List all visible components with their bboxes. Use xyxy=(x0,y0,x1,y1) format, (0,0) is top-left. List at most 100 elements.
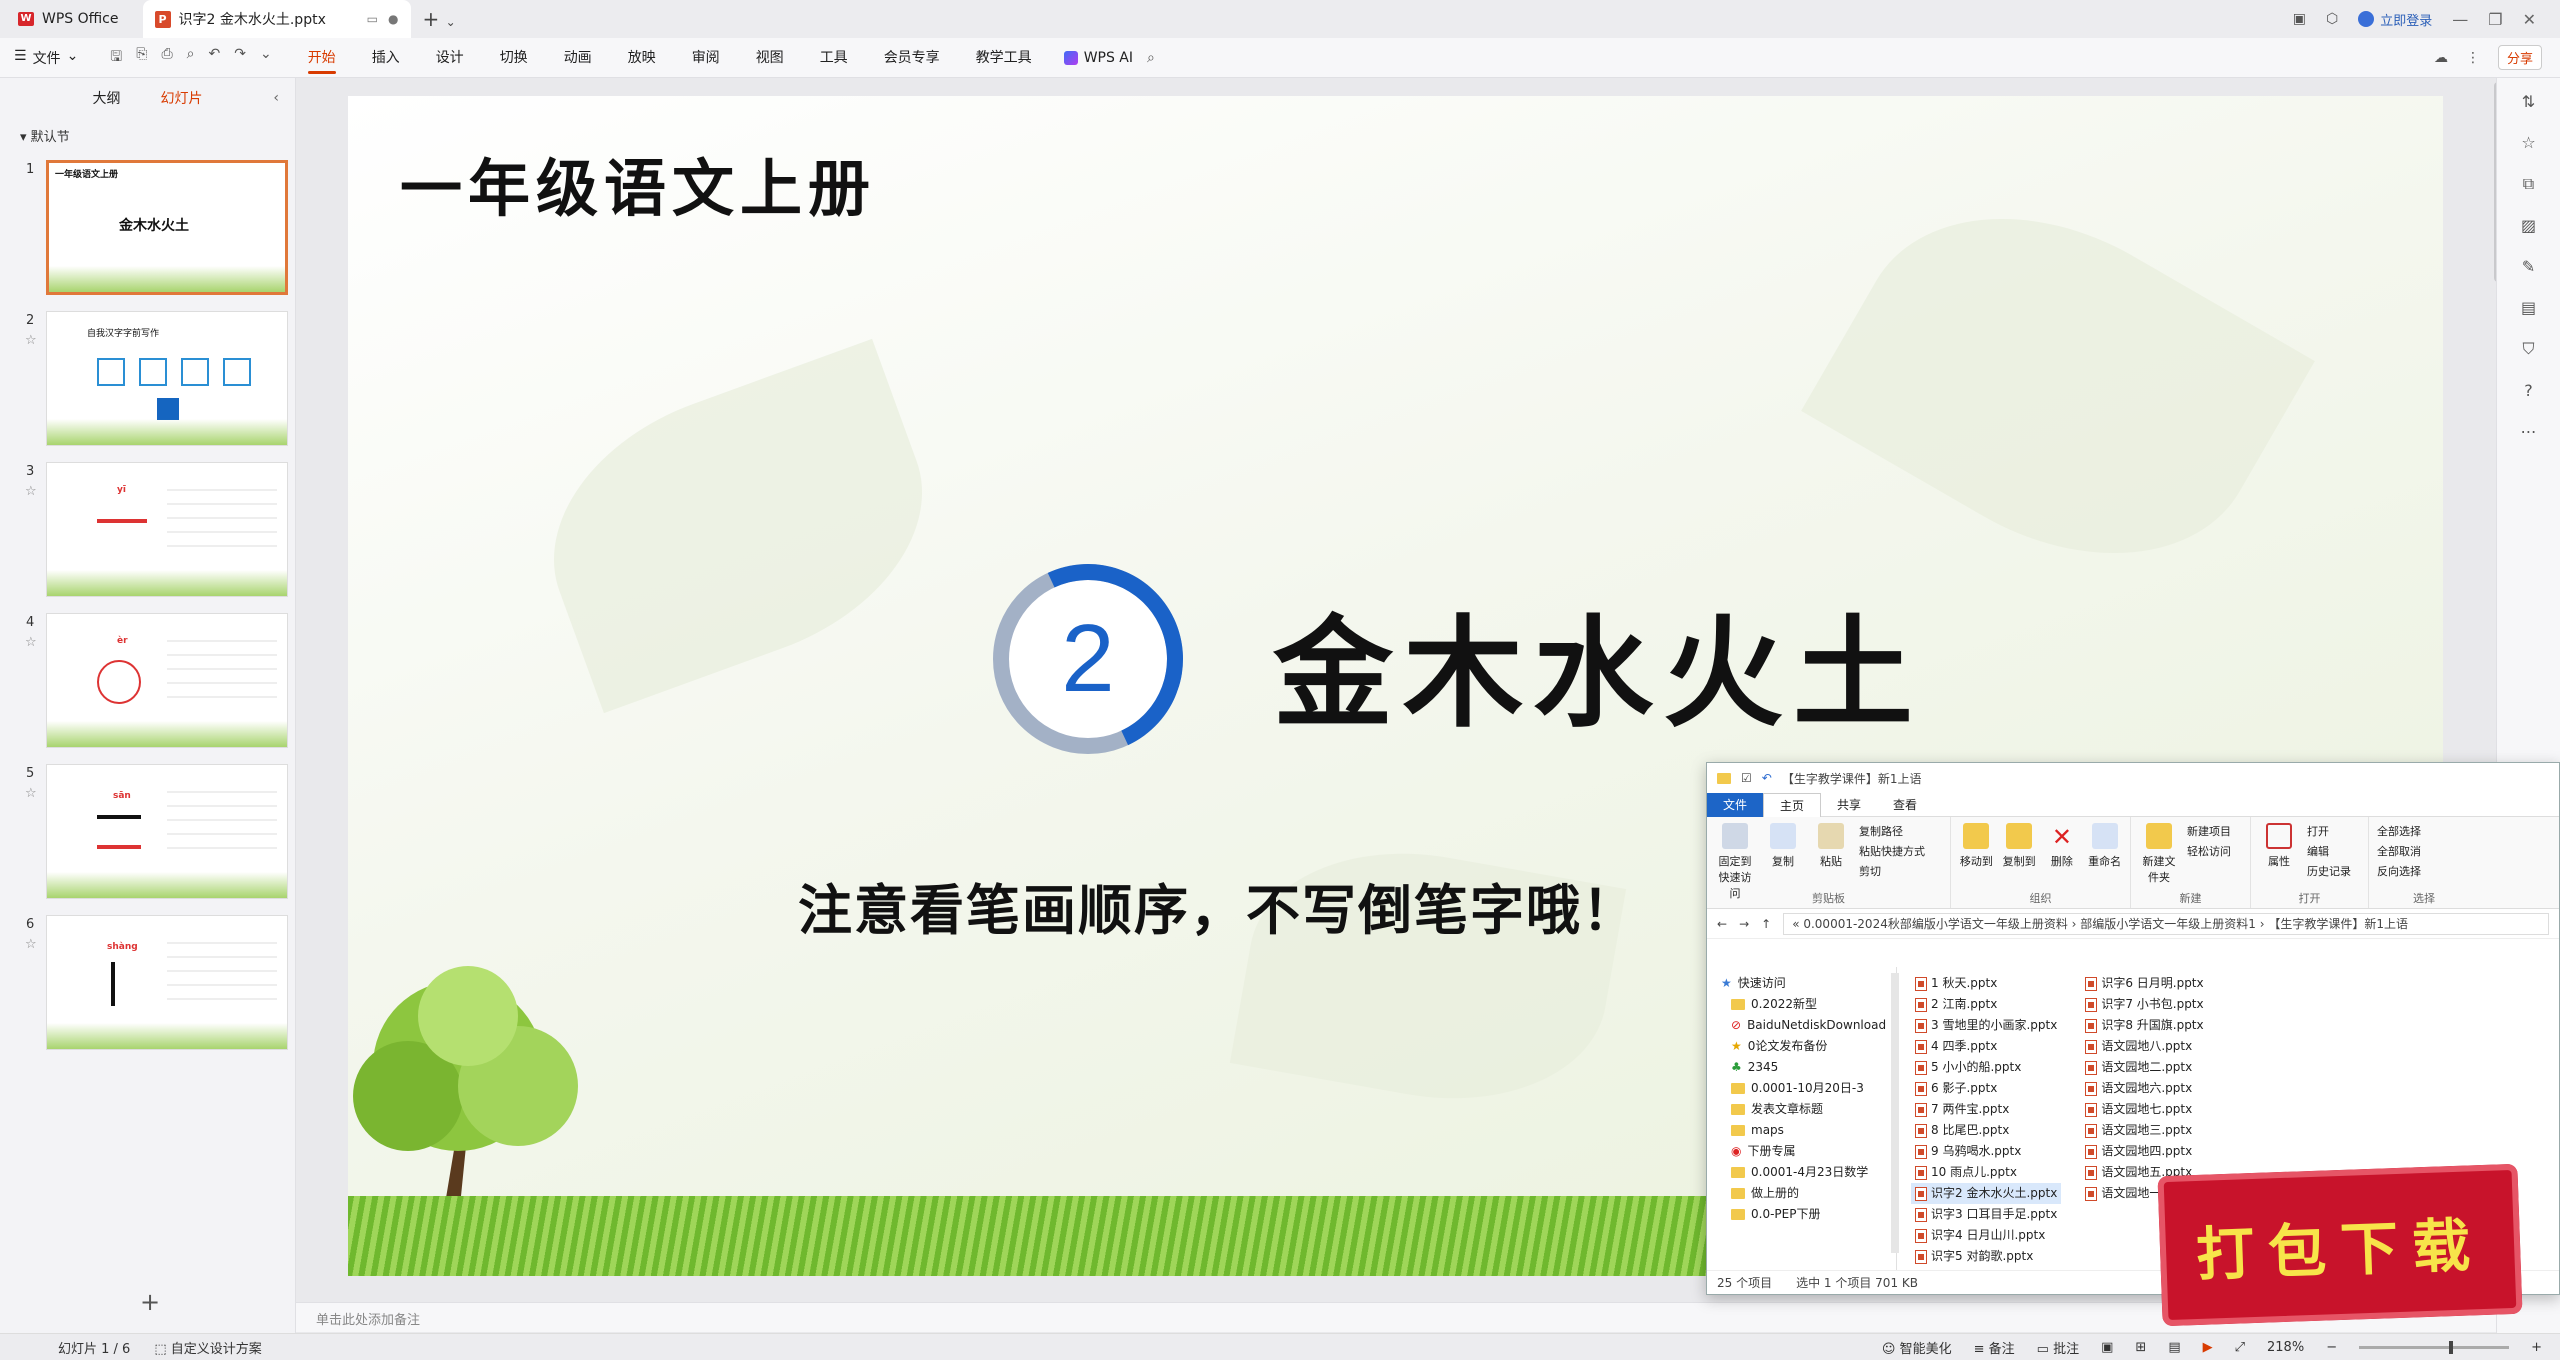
lesson-title[interactable]: 金木水火土 xyxy=(1273,576,1923,750)
window-layout-icon[interactable]: ▣ xyxy=(2293,11,2306,27)
tab-member[interactable]: 会员专享 xyxy=(866,38,958,78)
slide-thumb-5[interactable]: 5 ☆ sān xyxy=(0,764,296,899)
lesson-number-ring[interactable]: 2 xyxy=(993,564,1183,754)
download-badge[interactable]: 打包下载 xyxy=(2157,1163,2523,1327)
easy-access-button[interactable]: 轻松访问 xyxy=(2187,843,2231,859)
monitor-icon[interactable]: ▭ xyxy=(367,12,378,26)
design-scheme[interactable]: ⬚ 自定义设计方案 xyxy=(154,1338,261,1357)
tab-outline[interactable]: 大纲 xyxy=(93,88,121,108)
file-row[interactable]: 7 两件宝.pptx xyxy=(1911,1099,2061,1120)
file-row[interactable]: 识字3 口耳目手足.pptx xyxy=(1911,1204,2061,1225)
cube-icon[interactable]: ⬡ xyxy=(2326,11,2338,27)
zoom-in-icon[interactable]: + xyxy=(2531,1340,2542,1355)
more-icon[interactable]: ⌄ xyxy=(260,46,272,70)
nav-item[interactable]: ★ 快速访问 xyxy=(1721,973,1896,994)
redo-icon[interactable]: ↷ xyxy=(234,46,246,70)
back-icon[interactable]: ← xyxy=(1717,917,1727,931)
slide-thumb-3[interactable]: 3 ☆ yī xyxy=(0,462,296,597)
up-icon[interactable]: ↑ xyxy=(1761,917,1771,931)
file-row[interactable]: 语文园地六.pptx xyxy=(2081,1078,2207,1099)
notes-button[interactable]: ≡ 备注 xyxy=(1974,1338,2015,1357)
slide-thumb-4[interactable]: 4 ☆ èr xyxy=(0,613,296,748)
file-row[interactable]: 识字7 小书包.pptx xyxy=(2081,994,2207,1015)
tab-slides[interactable]: 幻灯片 xyxy=(161,88,203,108)
copy-path-button[interactable]: 复制路径 xyxy=(1859,823,1925,839)
nav-scrollbar[interactable] xyxy=(1891,973,1899,1253)
undo-icon[interactable]: ↶ xyxy=(1762,771,1772,785)
tab-slideshow[interactable]: 放映 xyxy=(610,38,674,78)
tab-design[interactable]: 设计 xyxy=(418,38,482,78)
file-row[interactable]: 10 雨点儿.pptx xyxy=(1911,1162,2061,1183)
adjust-icon[interactable]: ⇅ xyxy=(2497,92,2560,111)
nav-item[interactable]: 0.2022新型 xyxy=(1721,994,1896,1015)
file-row[interactable]: 语文园地八.pptx xyxy=(2081,1036,2207,1057)
close-tab-icon[interactable]: ● xyxy=(388,12,398,26)
reading-view-icon[interactable]: ▤ xyxy=(2168,1340,2180,1355)
nav-item[interactable]: ◉ 下册专属 xyxy=(1721,1141,1896,1162)
file-row[interactable]: 识字4 日月山川.pptx xyxy=(1911,1225,2061,1246)
paste-shortcut-button[interactable]: 粘贴快捷方式 xyxy=(1859,843,1925,859)
file-row[interactable]: 2 江南.pptx xyxy=(1911,994,2061,1015)
nav-item[interactable]: maps xyxy=(1721,1120,1896,1141)
shirt-icon[interactable]: ⛉ xyxy=(2497,339,2560,359)
tab-transition[interactable]: 切换 xyxy=(482,38,546,78)
nav-item[interactable]: 0.0001-10月20日-3 xyxy=(1721,1078,1896,1099)
tab-tools[interactable]: 工具 xyxy=(802,38,866,78)
print-icon[interactable]: ⎙ xyxy=(161,46,172,70)
new-item-button[interactable]: 新建项目 xyxy=(2187,823,2231,839)
slide-thumb-2[interactable]: 2 ☆ 自我汉字字前写作 xyxy=(0,311,296,446)
lesson-subtitle[interactable]: 注意看笔画顺序，不写倒笔字哦！ xyxy=(798,866,1638,945)
tab-teaching[interactable]: 教学工具 xyxy=(958,38,1050,78)
slide-thumb-6[interactable]: 6 ☆ shàng xyxy=(0,915,296,1050)
file-row[interactable]: 语文园地七.pptx xyxy=(2081,1099,2207,1120)
close-icon[interactable]: ✕ xyxy=(2523,10,2536,29)
tab-view[interactable]: 查看 xyxy=(1877,793,1933,817)
help-icon[interactable]: ? xyxy=(2497,381,2560,400)
comments-button[interactable]: ▭ 批注 xyxy=(2037,1338,2079,1357)
add-slide-button[interactable]: + xyxy=(140,1288,160,1316)
slide-thumbnail[interactable]: 一年级语文上册 金木水火土 xyxy=(46,160,288,295)
new-tab-icon[interactable]: + ⌄ xyxy=(423,7,456,31)
file-menu[interactable]: ☰ 文件 ⌄ xyxy=(0,48,92,68)
tools-icon[interactable]: ✎ xyxy=(2497,257,2560,276)
slide-thumbnail[interactable]: shàng xyxy=(46,915,288,1050)
image-icon[interactable]: ▨ xyxy=(2497,216,2560,235)
select-all-button[interactable]: 全部选择 xyxy=(2377,823,2421,839)
file-row[interactable]: 4 四季.pptx xyxy=(1911,1036,2061,1057)
play-icon[interactable]: ▶ xyxy=(2203,1340,2213,1355)
zoom-out-icon[interactable]: − xyxy=(2326,1340,2337,1355)
zoom-knob[interactable] xyxy=(2449,1340,2454,1354)
file-row[interactable]: 3 雪地里的小画家.pptx xyxy=(1911,1015,2061,1036)
wps-ai-button[interactable]: WPS AI xyxy=(1050,50,1147,66)
tab-file[interactable]: 文件 xyxy=(1707,792,1764,817)
tab-home[interactable]: 主页 xyxy=(1763,792,1822,817)
file-row[interactable]: 识字8 升国旗.pptx xyxy=(2081,1015,2207,1036)
file-row[interactable]: 语文园地四.pptx xyxy=(2081,1141,2207,1162)
edit-button[interactable]: 编辑 xyxy=(2307,843,2351,859)
minimize-icon[interactable]: — xyxy=(2452,10,2468,29)
login-button[interactable]: 立即登录 xyxy=(2358,10,2432,29)
more-options-icon[interactable]: ⋮ xyxy=(2466,50,2480,66)
fit-icon[interactable]: ⤢ xyxy=(2235,1340,2245,1355)
search-icon[interactable]: ⌕ xyxy=(1147,50,1155,66)
nav-item[interactable]: 做上册的 xyxy=(1721,1183,1896,1204)
history-button[interactable]: 历史记录 xyxy=(2307,863,2351,879)
beautify-button[interactable]: ☺ 智能美化 xyxy=(1882,1338,1952,1357)
preview-icon[interactable]: ⌕ xyxy=(187,46,195,70)
tab-animation[interactable]: 动画 xyxy=(546,38,610,78)
tab-home[interactable]: 开始 xyxy=(290,38,354,78)
invert-selection-button[interactable]: 反向选择 xyxy=(2377,863,2421,879)
address-bar[interactable]: « 0.00001-2024秋部编版小学语文一年级上册资料 › 部编版小学语文一… xyxy=(1783,912,2549,935)
check-icon[interactable]: ☑ xyxy=(1741,771,1752,785)
restore-icon[interactable]: ❐ xyxy=(2488,10,2502,29)
book-icon[interactable]: ▤ xyxy=(2497,298,2560,317)
open-button[interactable]: 打开 xyxy=(2307,823,2351,839)
style-icon[interactable]: ☆ xyxy=(2497,133,2560,152)
slide-thumb-1[interactable]: 1 一年级语文上册 金木水火土 xyxy=(0,160,296,295)
zoom-slider[interactable] xyxy=(2359,1340,2510,1354)
save-icon[interactable]: 🖫 xyxy=(110,46,122,70)
file-row[interactable]: 1 秋天.pptx xyxy=(1911,973,2061,994)
app-brand[interactable]: W WPS Office xyxy=(0,11,137,27)
nav-item[interactable]: 0.0001-4月23日数学 xyxy=(1721,1162,1896,1183)
file-row[interactable]: 9 乌鸦喝水.pptx xyxy=(1911,1141,2061,1162)
